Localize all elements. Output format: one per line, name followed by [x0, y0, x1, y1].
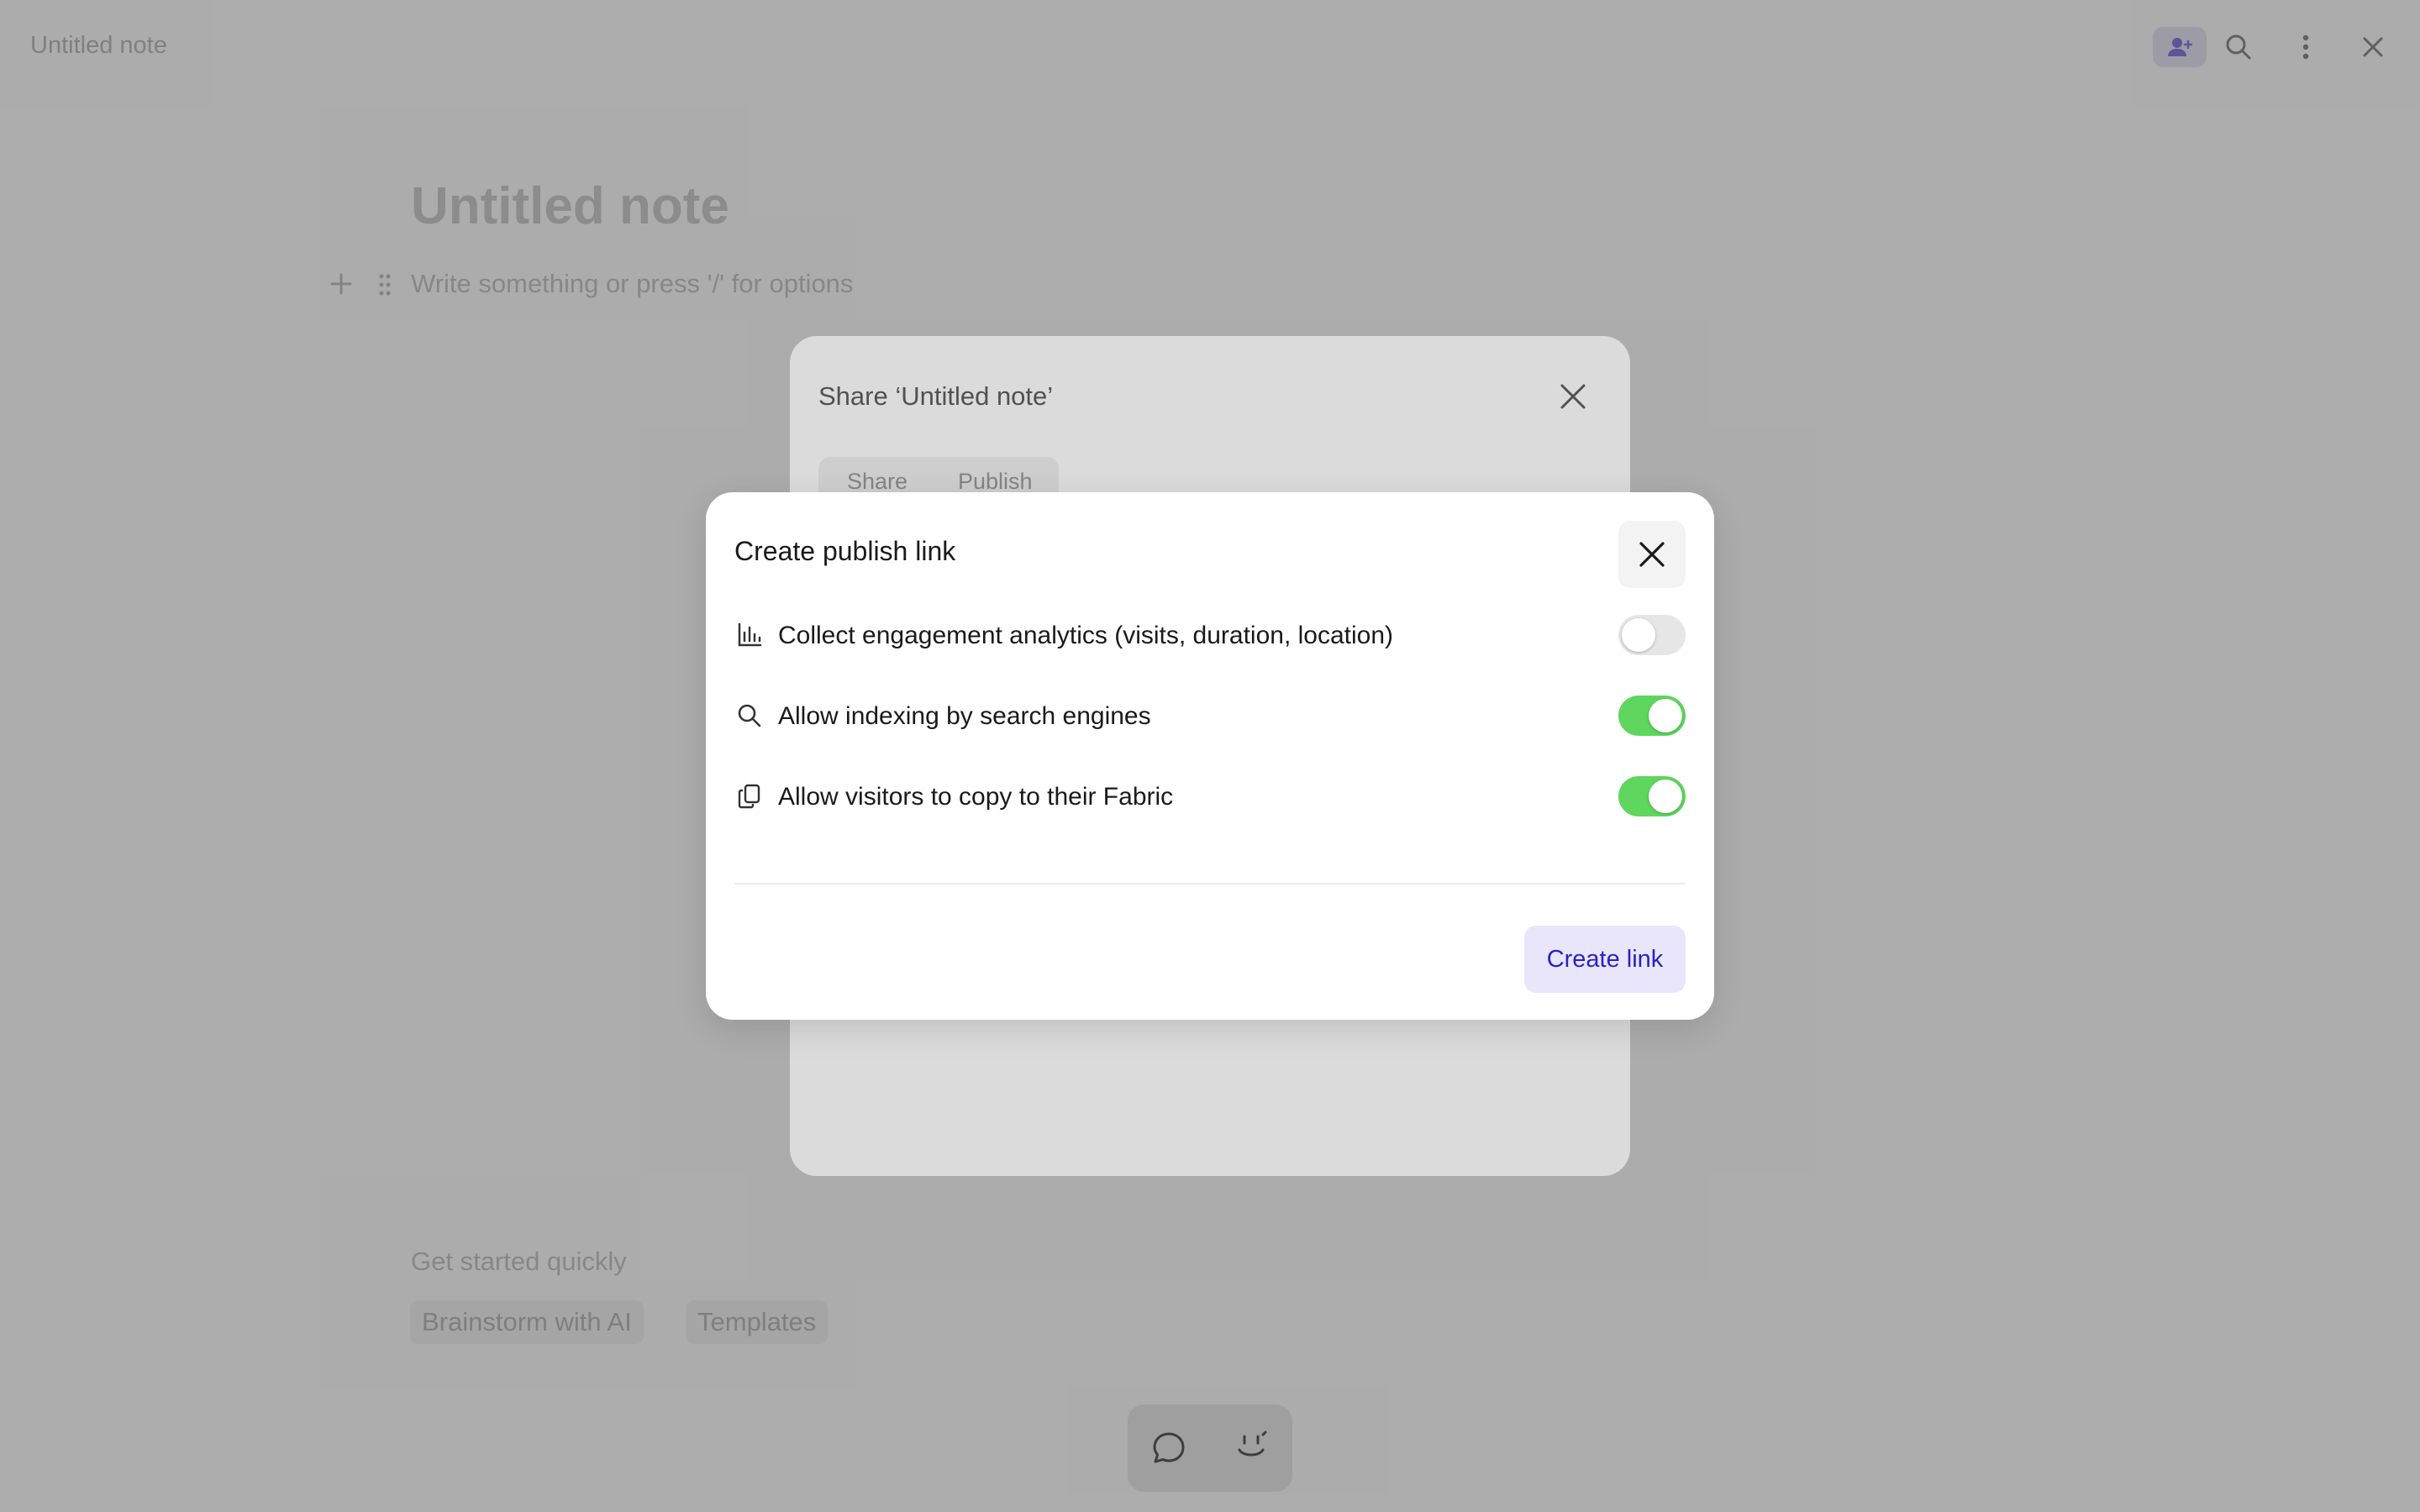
option-label: Allow indexing by search engines	[778, 702, 1151, 730]
option-analytics: Collect engagement analytics (visits, du…	[734, 610, 1686, 660]
dialog-title: Create publish link	[734, 536, 956, 566]
option-label: Collect engagement analytics (visits, du…	[778, 622, 1394, 649]
dialog-close-button[interactable]	[1618, 521, 1686, 588]
copy-icon	[734, 781, 765, 811]
toggle-analytics[interactable]	[1618, 615, 1686, 655]
toggle-knob	[1622, 618, 1655, 652]
option-search-indexing: Allow indexing by search engines	[734, 690, 1686, 741]
bar-chart-icon	[734, 620, 765, 650]
create-publish-link-dialog: Create publish link Collect engagement a…	[706, 492, 1714, 1020]
toggle-knob	[1649, 699, 1682, 732]
search-icon	[734, 701, 765, 731]
toggle-knob	[1649, 780, 1682, 813]
close-icon	[1639, 542, 1665, 567]
create-link-button[interactable]: Create link	[1524, 926, 1686, 993]
option-copy-to-fabric: Allow visitors to copy to their Fabric	[734, 771, 1686, 822]
dialog-divider	[734, 883, 1686, 885]
toggle-search-indexing[interactable]	[1618, 696, 1686, 736]
option-label: Allow visitors to copy to their Fabric	[778, 783, 1174, 811]
toggle-copy-to-fabric[interactable]	[1618, 776, 1686, 816]
